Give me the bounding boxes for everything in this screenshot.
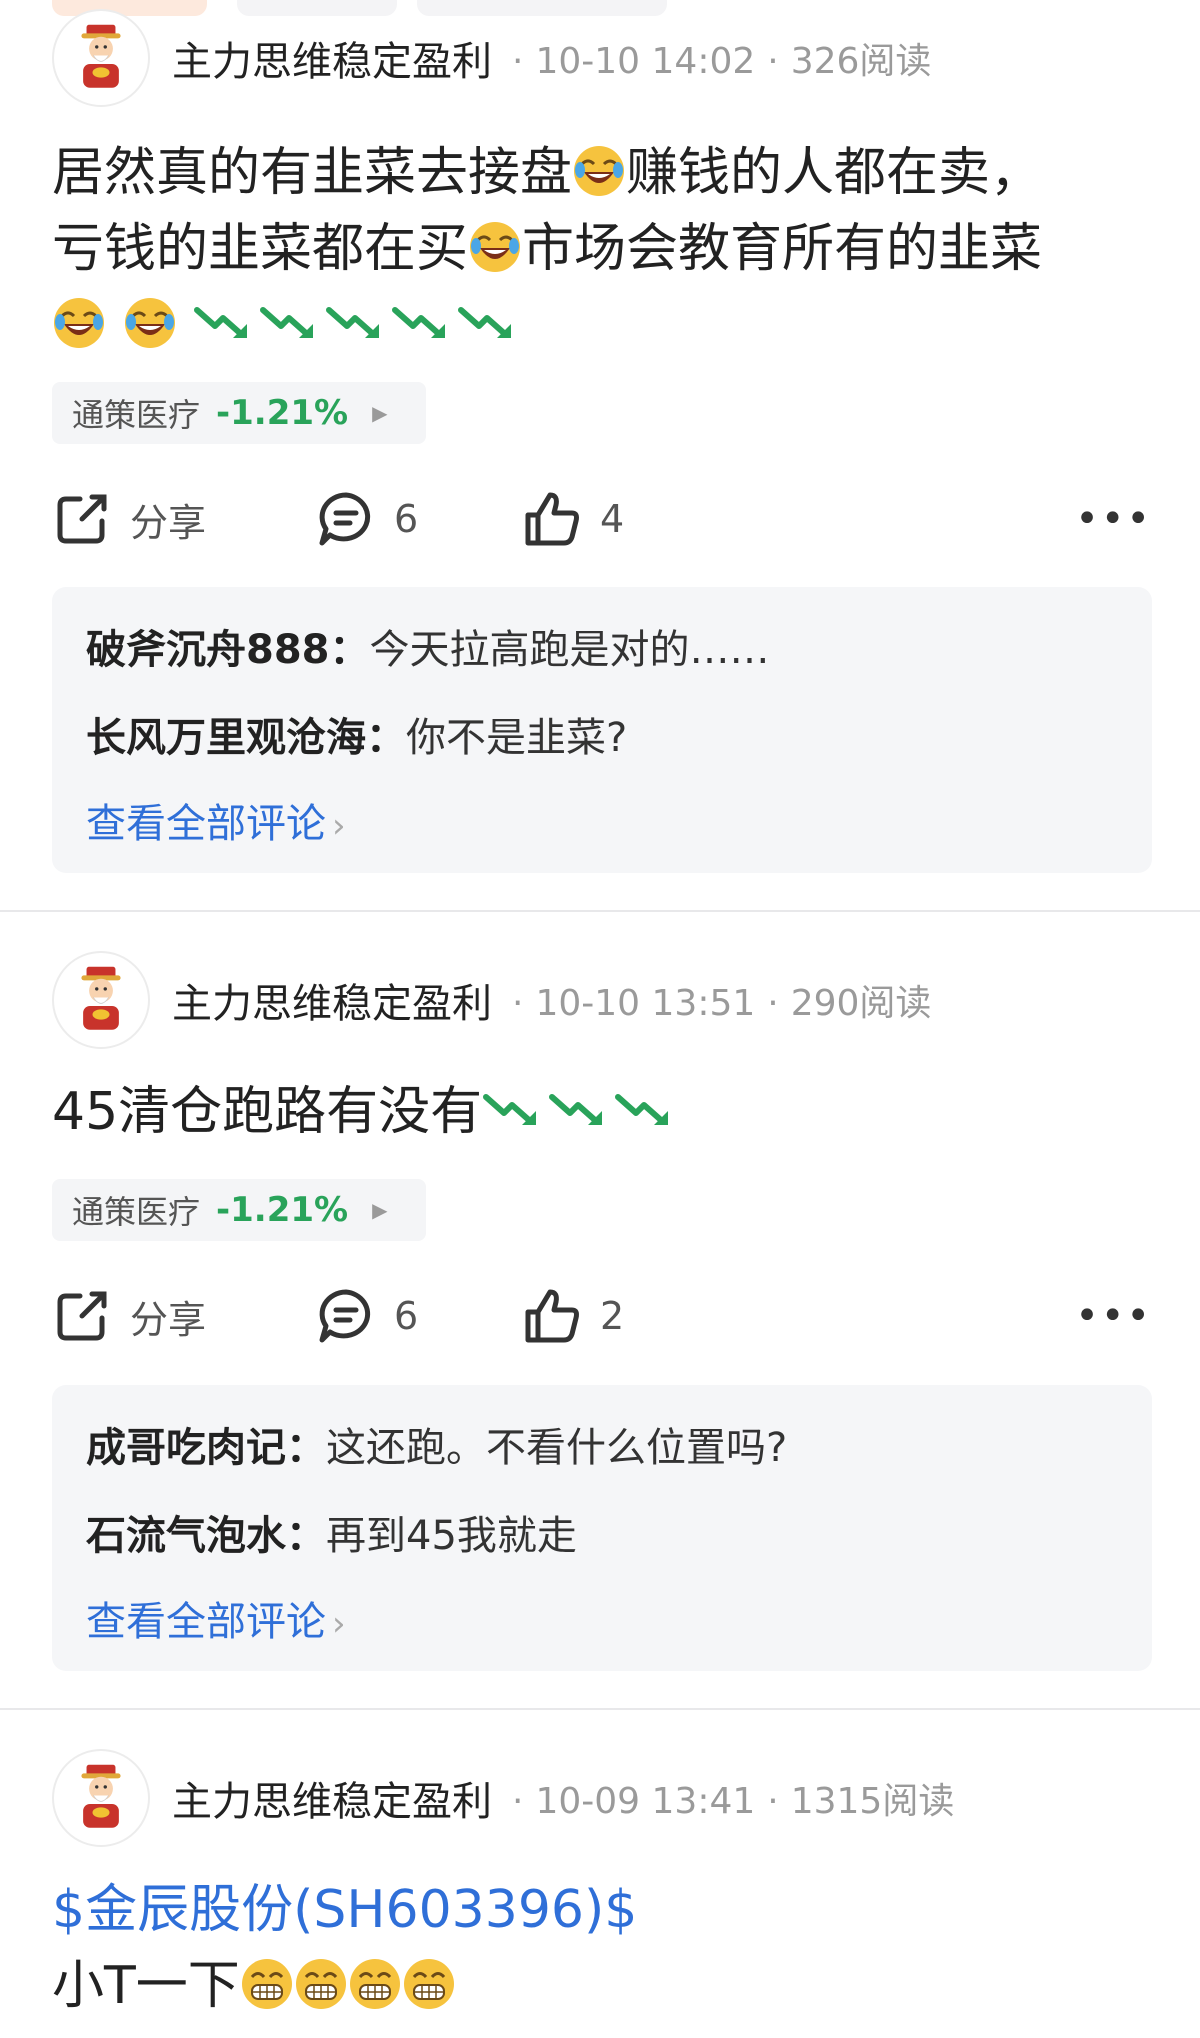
comment-item[interactable]: 破斧沉舟888：今天拉高跑是对的…… (86, 617, 770, 675)
post-text: 居然真的有韭菜去接盘 (52, 143, 573, 203)
avatar[interactable] (52, 951, 150, 1049)
more-options-icon[interactable]: ••• (1075, 1281, 1152, 1351)
action-bar: 分享 6 4 ••• (52, 484, 1152, 554)
author-row[interactable]: 主力思维稳定盈利 · 10-09 13:41 · 1315阅读 (52, 1748, 954, 1848)
post-date: 10-09 13:41 (535, 1781, 756, 1822)
chevron-right-icon: › (332, 806, 346, 846)
avatar[interactable] (52, 1749, 150, 1847)
comment-text: 这还跑。不看什么位置吗? (326, 1425, 788, 1471)
post-text: 市场会教育所有的韭菜 (522, 219, 1043, 279)
comment-text: 你不是韭菜? (406, 715, 628, 761)
stock-cashtag-link[interactable]: $金辰股份(SH603396)$ (52, 1880, 637, 1940)
post-text: 亏钱的韭菜都在买 (52, 219, 469, 279)
read-count: 326阅读 (790, 41, 932, 82)
action-bar: 分享 6 2 ••• (52, 1281, 1152, 1351)
downtrend-icon (259, 304, 317, 344)
stock-change: -1.21% (216, 393, 349, 433)
comment-preview[interactable]: 成哥吃肉记：这还跑。不看什么位置吗? 石流气泡水：再到45我就走 查看全部评论 › (52, 1385, 1152, 1671)
comment-item[interactable]: 长风万里观沧海：你不是韭菜? (86, 705, 627, 763)
share-label: 分享 (130, 500, 207, 545)
comment-count: 6 (394, 497, 419, 541)
share-button[interactable]: 分享 (52, 484, 206, 554)
like-count: 4 (600, 497, 625, 541)
read-count: 290阅读 (790, 983, 932, 1024)
stock-tag[interactable]: 通策医疗 -1.21% ▶ (52, 1179, 426, 1241)
thumbs-up-icon (525, 492, 579, 546)
post-text: 小T一下 (52, 1956, 240, 2016)
author-row[interactable]: 主力思维稳定盈利 · 10-10 13:51 · 290阅读 (52, 950, 931, 1050)
view-all-comments-link[interactable]: 查看全部评论 › (86, 791, 346, 849)
grinning-emoji-icon (348, 1957, 402, 2011)
commenter-name[interactable]: 破斧沉舟888 (86, 627, 330, 673)
post-body[interactable]: $金辰股份(SH603396)$ 小T一下 (52, 1872, 1152, 2024)
share-icon (57, 1291, 107, 1341)
commenter-name[interactable]: 成哥吃肉记 (86, 1425, 286, 1471)
post-divider (0, 910, 1200, 912)
stock-name: 通策医疗 (72, 1193, 201, 1231)
grinning-emoji-icon (240, 1957, 294, 2011)
share-button[interactable]: 分享 (52, 1281, 206, 1351)
comment-count: 6 (394, 1294, 419, 1338)
commenter-name[interactable]: 石流气泡水 (86, 1513, 286, 1559)
comment-text: 再到45我就走 (326, 1513, 577, 1559)
chevron-right-icon: › (332, 1604, 346, 1644)
laughing-crying-emoji-icon (468, 220, 522, 274)
share-icon (57, 494, 107, 544)
stock-tag[interactable]: 通策医疗 -1.21% ▶ (52, 382, 426, 444)
comment-button[interactable]: 6 (316, 484, 418, 554)
comment-icon (319, 492, 371, 546)
grinning-emoji-icon (402, 1957, 456, 2011)
like-button[interactable]: 2 (522, 1281, 624, 1351)
downtrend-icon (325, 304, 383, 344)
view-all-label: 查看全部评论 (86, 801, 326, 847)
read-count: 1315阅读 (790, 1781, 955, 1822)
more-options-icon[interactable]: ••• (1075, 484, 1152, 554)
post-meta: · 10-10 14:02 · 326阅读 (512, 41, 932, 82)
stock-name: 通策医疗 (72, 396, 201, 434)
like-count: 2 (600, 1294, 625, 1338)
grinning-emoji-icon (294, 1957, 348, 2011)
post-date: 10-10 14:02 (535, 41, 756, 82)
downtrend-icon (193, 304, 251, 344)
share-label: 分享 (130, 1297, 207, 1342)
avatar-icon (61, 1758, 141, 1838)
author-name[interactable]: 主力思维稳定盈利 (172, 971, 492, 1029)
thumbs-up-icon (525, 1289, 579, 1343)
like-button[interactable]: 4 (522, 484, 624, 554)
post-body[interactable]: 居然真的有韭菜去接盘 赚钱的人都在卖， 亏钱的韭菜都在买 市场会教育所有的韭菜 (52, 135, 1152, 363)
comment-preview[interactable]: 破斧沉舟888：今天拉高跑是对的…… 长风万里观沧海：你不是韭菜? 查看全部评论… (52, 587, 1152, 873)
downtrend-icon (548, 1091, 606, 1131)
avatar-icon (61, 960, 141, 1040)
stock-change: -1.21% (216, 1190, 349, 1230)
downtrend-icon (391, 304, 449, 344)
laughing-crying-emoji-icon (123, 296, 177, 350)
laughing-crying-emoji-icon (572, 144, 626, 198)
post-meta: · 10-10 13:51 · 290阅读 (512, 983, 932, 1024)
downtrend-icon (457, 304, 515, 344)
downtrend-icon (614, 1091, 672, 1131)
avatar-icon (61, 18, 141, 98)
post-body[interactable]: 45清仓跑路有没有 (52, 1074, 1152, 1150)
author-name[interactable]: 主力思维稳定盈利 (172, 29, 492, 87)
comment-item[interactable]: 石流气泡水：再到45我就走 (86, 1503, 577, 1561)
post-meta: · 10-09 13:41 · 1315阅读 (512, 1781, 955, 1822)
comment-item[interactable]: 成哥吃肉记：这还跑。不看什么位置吗? (86, 1415, 787, 1473)
comment-text: 今天拉高跑是对的…… (369, 627, 770, 673)
post-text: 赚钱的人都在卖， (626, 143, 1043, 203)
author-row[interactable]: 主力思维稳定盈利 · 10-10 14:02 · 326阅读 (52, 8, 931, 108)
comment-icon (319, 1289, 371, 1343)
author-name[interactable]: 主力思维稳定盈利 (172, 1769, 492, 1827)
view-all-label: 查看全部评论 (86, 1599, 326, 1645)
avatar[interactable] (52, 9, 150, 107)
post-divider (0, 1708, 1200, 1710)
view-all-comments-link[interactable]: 查看全部评论 › (86, 1589, 346, 1647)
play-arrow-icon: ▶ (372, 401, 388, 425)
downtrend-icon (482, 1091, 540, 1131)
post-text: 45清仓跑路有没有 (52, 1082, 483, 1142)
laughing-crying-emoji-icon (52, 296, 106, 350)
comment-button[interactable]: 6 (316, 1281, 418, 1351)
post-date: 10-10 13:51 (535, 983, 756, 1024)
commenter-name[interactable]: 长风万里观沧海 (86, 715, 366, 761)
play-arrow-icon: ▶ (372, 1198, 388, 1222)
